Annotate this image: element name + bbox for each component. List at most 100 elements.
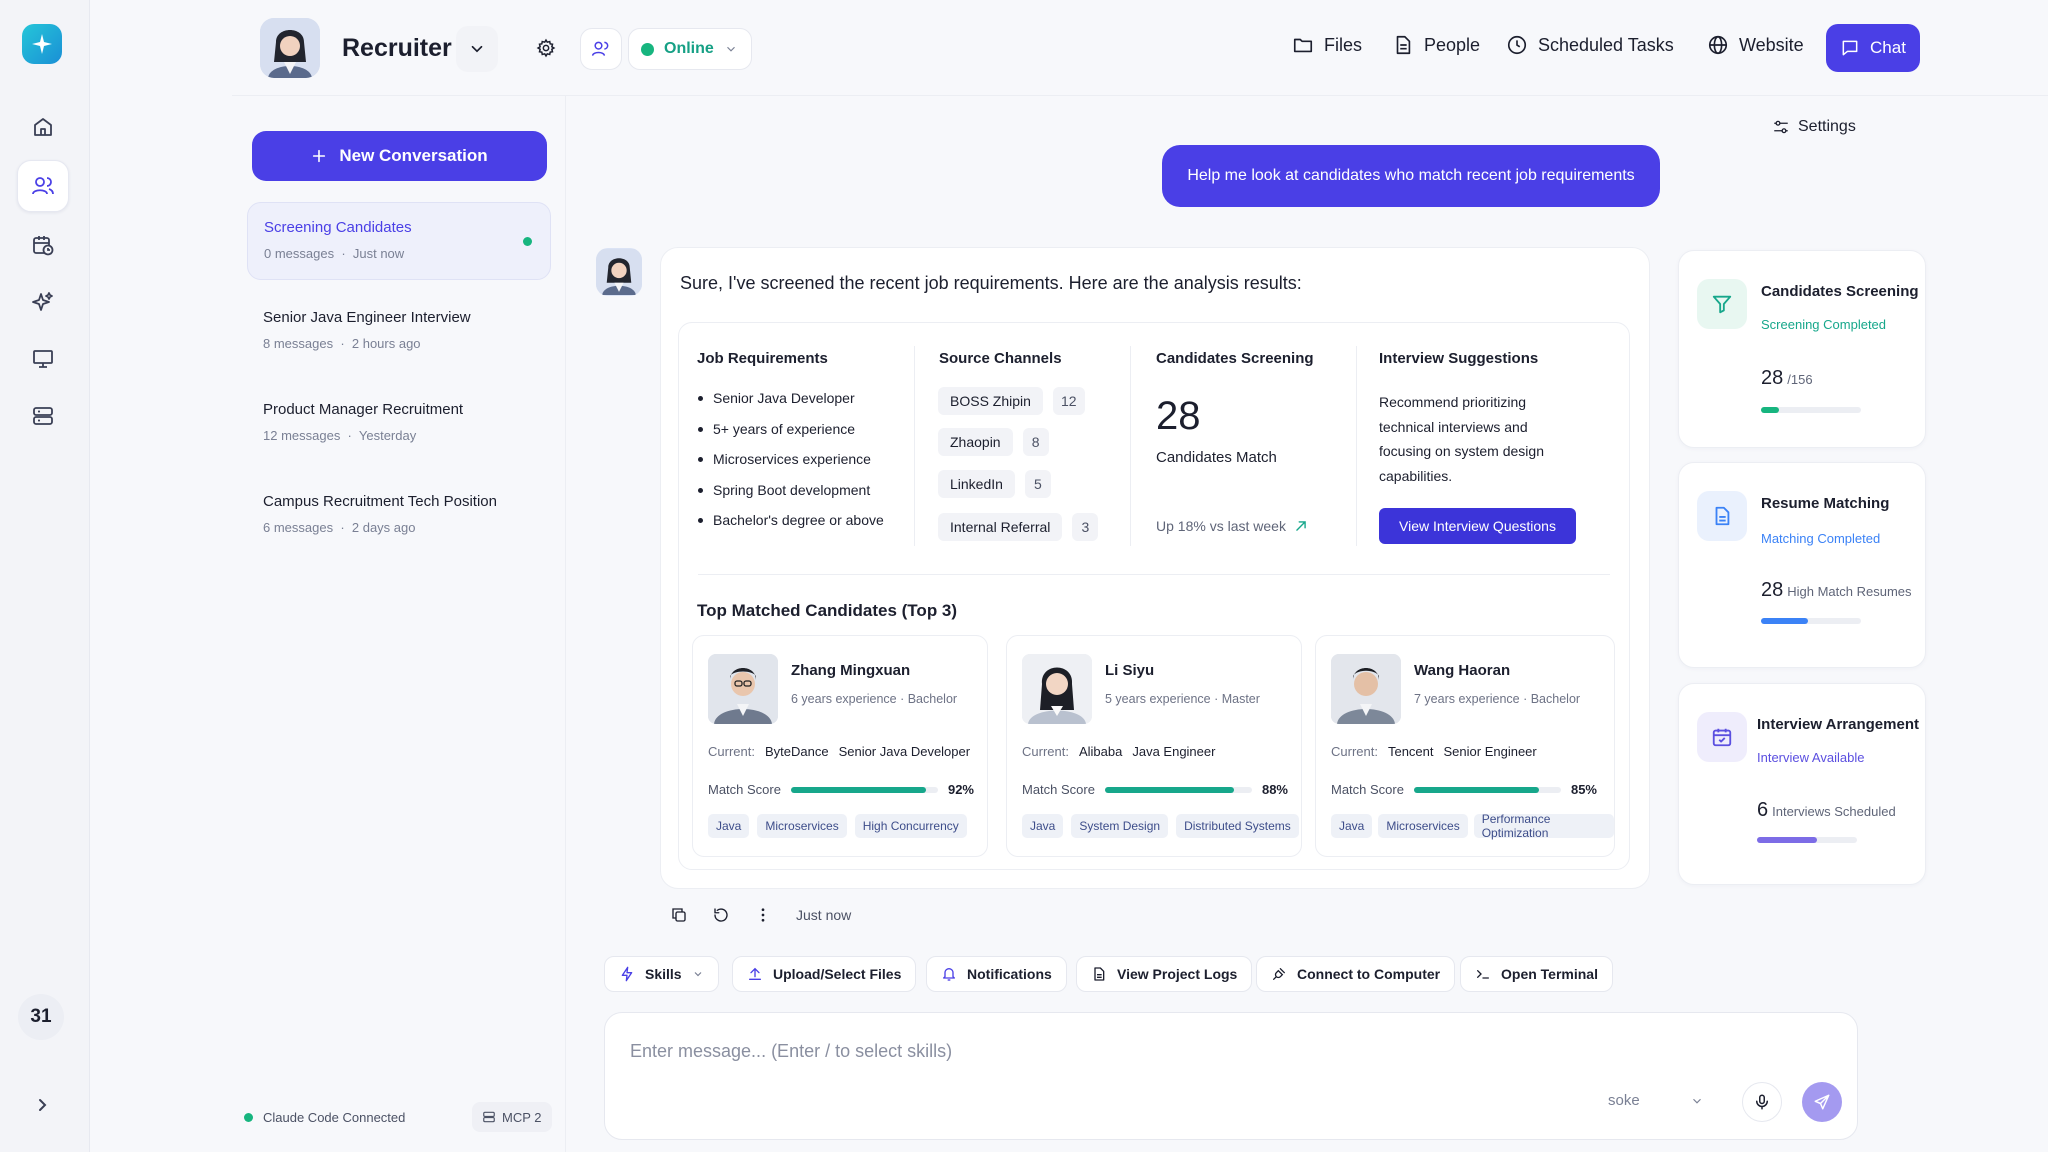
stat-value: 28/156 (1761, 367, 1813, 389)
plug-icon (1273, 968, 1285, 980)
conversation-meta: 12 messages · Yesterday (263, 428, 417, 443)
candidate-photo (1022, 654, 1092, 724)
candidate-card[interactable]: Wang Haoran 7 years experience · Bachelo… (1315, 635, 1615, 857)
column-divider (914, 346, 915, 546)
stat-progress-bar (1761, 618, 1861, 624)
microphone-button[interactable] (1742, 1082, 1782, 1122)
rail-home-button[interactable] (17, 101, 69, 153)
candidate-card[interactable]: Li Siyu 5 years experience · Master Curr… (1006, 635, 1302, 857)
conversation-title: Campus Recruitment Tech Position (263, 493, 497, 510)
stat-progress-bar (1761, 407, 1861, 413)
candidate-match-score: Match Score 92% (708, 782, 974, 797)
stat-card-candidates-screening[interactable]: Candidates Screening Screening Completed… (1678, 250, 1926, 448)
top-candidates-title: Top Matched Candidates (Top 3) (697, 601, 958, 620)
connection-status: Claude Code Connected (244, 1110, 405, 1125)
channel-row: BOSS Zhipin 12 (938, 387, 1085, 415)
nav-files[interactable]: Files (1292, 34, 1362, 56)
agent-avatar (260, 18, 320, 78)
stat-status: Screening Completed (1761, 317, 1887, 332)
conversation-item[interactable]: Product Manager Recruitment 12 messages … (247, 385, 551, 463)
log-icon (1094, 967, 1105, 981)
rail-people-button[interactable] (17, 160, 69, 212)
stat-progress-fill (1761, 407, 1779, 413)
conversation-item[interactable]: Campus Recruitment Tech Position 6 messa… (247, 477, 551, 555)
stat-card-resume-matching[interactable]: Resume Matching Matching Completed 28 Hig… (1678, 462, 1926, 668)
rail-schedule-button[interactable] (17, 219, 69, 271)
calendar-day-badge[interactable]: 31 (18, 994, 64, 1040)
candidate-current: Current: ByteDance Senior Java Developer (708, 744, 971, 759)
candidate-skill-tags: Java Microservices Performance Optimizat… (1331, 812, 1614, 840)
stat-title: Candidates Screening (1761, 283, 1919, 300)
connected-dot (244, 1113, 253, 1122)
channel-row: Internal Referral 3 (938, 513, 1099, 541)
channel-row: Zhaopin 8 (938, 428, 1049, 456)
open-terminal-button[interactable]: Open Terminal (1460, 956, 1613, 992)
globe-icon (1708, 35, 1728, 55)
users-icon (591, 41, 609, 56)
regenerate-icon[interactable] (712, 906, 730, 924)
chevron-down-icon (1693, 1098, 1701, 1104)
interview-suggestions-title: Interview Suggestions (1379, 350, 1539, 367)
upload-icon (749, 967, 761, 980)
match-score-bar (1413, 786, 1561, 793)
folder-icon (1293, 38, 1313, 53)
requirement-item: 5+ years of experience (698, 421, 884, 452)
connect-to-computer-button[interactable]: Connect to Computer (1256, 956, 1456, 992)
model-selector[interactable]: soke (1608, 1092, 1704, 1109)
copy-icon[interactable] (670, 906, 688, 924)
conversation-item[interactable]: Senior Java Engineer Interview 8 message… (247, 293, 551, 371)
chat-settings-link[interactable]: Settings (1772, 118, 1856, 136)
chat-button[interactable]: Chat (1826, 24, 1920, 72)
stat-progress-fill (1761, 618, 1808, 624)
requirement-item: Spring Boot development (698, 482, 884, 513)
rail-ai-button[interactable] (17, 276, 69, 328)
app-logo-icon[interactable] (22, 24, 62, 64)
view-project-logs-button[interactable]: View Project Logs (1076, 956, 1253, 992)
agent-name: Recruiter (342, 34, 452, 62)
conversation-meta: 0 messages · Just now (264, 246, 405, 261)
calendar-icon (1697, 712, 1747, 762)
stat-status: Matching Completed (1761, 531, 1881, 546)
filter-icon (1697, 279, 1747, 329)
candidate-skill-tags: Java System Design Distributed Systems (1022, 814, 1299, 838)
sliders-icon (1774, 120, 1788, 134)
nav-people[interactable]: People (1392, 34, 1480, 56)
view-interview-questions-button[interactable]: View Interview Questions (1379, 508, 1576, 544)
gear-icon[interactable] (536, 38, 556, 58)
terminal-icon (1477, 970, 1489, 979)
nav-scheduled-tasks[interactable]: Scheduled Tasks (1506, 34, 1674, 56)
send-button[interactable] (1802, 1082, 1842, 1122)
candidate-experience: 6 years experience · Bachelor (791, 692, 958, 706)
agent-dropdown-button[interactable] (456, 26, 498, 72)
message-composer (604, 1012, 1858, 1140)
column-divider (1130, 346, 1131, 546)
candidate-current: Current: Alibaba Java Engineer (1022, 744, 1216, 759)
assistant-reply-intro: Sure, I've screened the recent job requi… (680, 273, 1302, 293)
chevron-down-icon (726, 46, 735, 52)
rail-presentation-button[interactable] (17, 333, 69, 385)
calendar-clock-icon (33, 236, 54, 256)
conversation-title: Senior Java Engineer Interview (263, 309, 471, 326)
nav-website[interactable]: Website (1707, 34, 1804, 56)
lightning-icon (621, 966, 633, 982)
trend-up-icon (1296, 521, 1306, 531)
requirement-item: Senior Java Developer (698, 390, 884, 421)
notifications-button[interactable]: Notifications (926, 956, 1067, 992)
more-vertical-icon[interactable] (754, 906, 772, 924)
bell-icon (943, 968, 955, 981)
skills-button[interactable]: Skills (604, 956, 719, 992)
mcp-badge[interactable]: MCP 2 (472, 1102, 552, 1132)
new-conversation-button[interactable]: New Conversation (252, 131, 547, 181)
source-channels-title: Source Channels (939, 350, 1062, 367)
candidate-match-score: Match Score 85% (1331, 782, 1597, 797)
match-score-fill (1104, 786, 1235, 793)
message-input[interactable] (630, 1038, 1530, 1064)
expand-chevron-icon[interactable] (30, 1093, 54, 1117)
team-button[interactable] (580, 28, 622, 70)
rail-server-button[interactable] (17, 390, 69, 442)
conversation-item[interactable]: Screening Candidates 0 messages · Just n… (247, 202, 551, 280)
status-selector[interactable]: Online (628, 28, 752, 70)
candidate-card[interactable]: Zhang Mingxuan 6 years experience · Bach… (692, 635, 988, 857)
upload-files-button[interactable]: Upload/Select Files (732, 956, 917, 992)
stat-card-interview-arrangement[interactable]: Interview Arrangement Interview Availabl… (1678, 683, 1926, 885)
